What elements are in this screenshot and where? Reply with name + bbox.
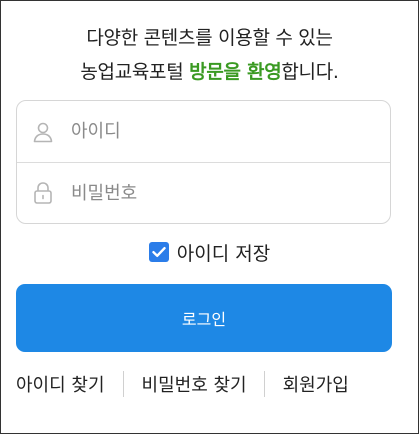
password-input[interactable] (69, 173, 359, 213)
login-button[interactable]: 로그인 (16, 284, 392, 352)
save-id-checkbox[interactable] (148, 242, 169, 262)
save-id-label[interactable]: 아이디 저장 (177, 239, 270, 266)
id-input[interactable] (69, 111, 359, 152)
welcome-line-2: 농업교육포털 방문을 환영합니다. (1, 55, 418, 89)
welcome-line-1: 다양한 콘텐츠를 이용할 수 있는 (86, 27, 333, 49)
lock-icon (17, 163, 69, 223)
save-id-option[interactable]: 아이디 저장 (1, 238, 418, 266)
checkmark-icon (152, 247, 166, 257)
login-panel: 다양한 콘텐츠를 이용할 수 있는 농업교육포털 방문을 환영합니다. 아이디 … (0, 0, 419, 434)
welcome-line-2-prefix: 농업교육포털 (80, 61, 190, 83)
login-input-box (16, 100, 391, 224)
link-divider (122, 371, 124, 397)
signup-link[interactable]: 회원가입 (283, 371, 349, 397)
find-id-link[interactable]: 아이디 찾기 (16, 371, 105, 397)
password-field-row (17, 163, 390, 223)
person-icon (17, 101, 69, 162)
link-divider (263, 371, 265, 397)
welcome-line-2-suffix: 합니다. (281, 61, 339, 83)
account-links: 아이디 찾기 비밀번호 찾기 회원가입 (1, 367, 418, 401)
welcome-message: 다양한 콘텐츠를 이용할 수 있는 농업교육포털 방문을 환영합니다. (1, 21, 418, 89)
welcome-highlight: 방문을 환영 (189, 61, 282, 83)
find-password-link[interactable]: 비밀번호 찾기 (142, 371, 247, 397)
id-field-row (17, 101, 390, 163)
